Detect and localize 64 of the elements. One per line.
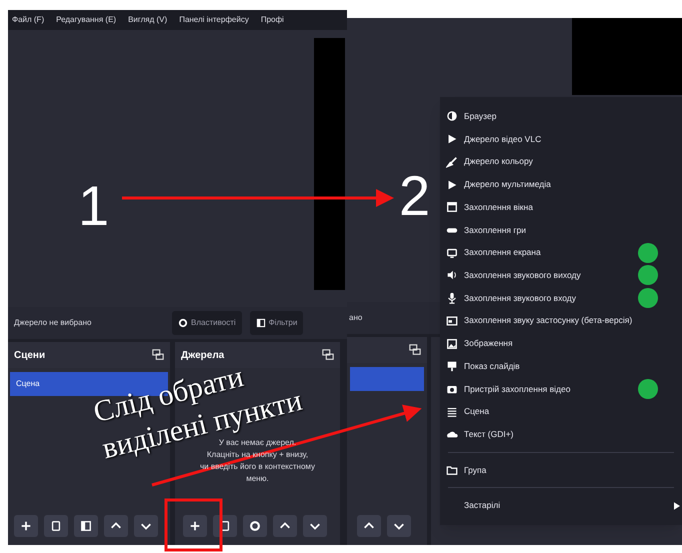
menu-item[interactable]: Джерело мультимедіа [440,173,682,196]
play-icon [446,178,458,191]
highlight-frame [164,498,222,552]
menu-item[interactable]: Джерело відео VLC [440,128,682,150]
toolbar-button[interactable] [357,515,381,537]
settings-icon [249,520,261,532]
toolbar-button[interactable] [243,515,267,537]
image-icon [446,338,458,350]
folder-icon [446,464,458,476]
panel-icon [80,520,92,532]
menu-item[interactable]: Текст (GDI+) [440,423,682,446]
menu-item[interactable]: Захоплення вікна [440,196,682,219]
toolbar-button[interactable]: Властивості [172,311,242,335]
menu-item[interactable]: Вигляд (V) [128,14,168,26]
microphone-icon [446,292,458,304]
menu-item[interactable]: Панелі інтерфейсу [179,14,249,26]
menu-item[interactable]: Захоплення звукового входу [440,286,682,310]
submenu-arrow-icon [674,502,680,510]
toolbar-button[interactable] [387,515,411,537]
toolbar-button[interactable] [104,515,128,537]
toolbar-button[interactable] [183,515,207,537]
slideshow-icon [446,360,458,372]
toolbar-button[interactable] [134,515,158,537]
brush-icon [446,156,458,168]
window-icon [446,201,458,214]
speaker-icon [446,269,458,282]
plus-icon [189,520,201,532]
list-icon [446,406,458,418]
panel-title: Джерела [181,348,224,362]
menu-item[interactable]: Захоплення звукового виходу [440,264,682,287]
panel-icon [256,318,266,328]
step-number: 2 [399,168,430,224]
menu-item[interactable]: Браузер [440,105,682,128]
menu-item[interactable]: Показ слайдів [440,354,682,378]
menu-item[interactable]: Захоплення гри [440,218,682,242]
settings-icon [178,318,188,328]
status-text: ано [349,312,362,324]
monitor-icon [446,246,458,259]
menu-item[interactable]: Файл (F) [12,14,44,26]
menu-item[interactable]: Сцена [440,400,682,424]
toolbar-button[interactable]: Фільтри [250,311,304,335]
submenu-item[interactable]: Застарілі [440,494,682,518]
menu-item[interactable]: Захоплення екрана [440,241,682,264]
toolbar-button[interactable] [44,515,68,537]
toolbar-button[interactable] [74,515,98,537]
menu-item[interactable]: Зображення [440,332,682,355]
toolbar-button[interactable] [14,515,38,537]
menu-item[interactable]: Пристрій захоплення відео [440,378,682,400]
play-icon [446,133,458,146]
menu-item[interactable]: Профі [260,14,284,26]
menu-item[interactable]: Редагування (E) [56,14,116,26]
menu-item[interactable]: Захоплення звуку застосунку (бета-версія) [440,309,682,332]
toolbar-button[interactable] [273,515,297,537]
toolbar-button[interactable] [303,515,327,537]
menu-item[interactable]: Джерело кольору [440,150,682,174]
menu-item[interactable]: Група [440,458,682,482]
panel-title: Сцени [14,348,46,362]
app-window-icon [446,314,458,327]
step-number: 1 [78,178,110,234]
undock-icon[interactable] [322,349,334,361]
status-text: Джерело не вибрано [14,317,92,329]
undock-icon[interactable] [409,344,421,356]
undock-icon[interactable] [152,349,164,361]
plus-icon [20,520,32,532]
